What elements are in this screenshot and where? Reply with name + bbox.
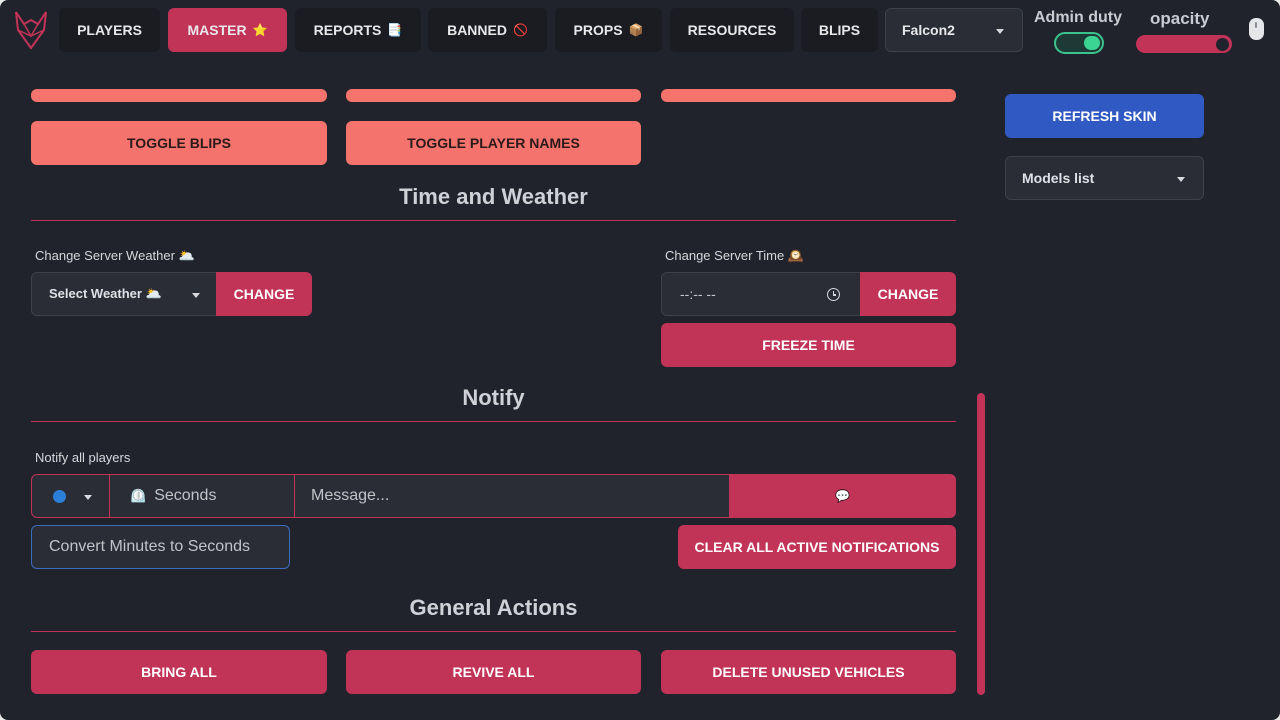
- notify-label: Notify all players: [35, 450, 131, 465]
- time-input-value: --:-- --: [680, 286, 716, 302]
- weather-select[interactable]: Select Weather 🌥️: [31, 272, 217, 316]
- opacity-slider[interactable]: [1136, 35, 1232, 53]
- time-label: Change Server Time 🕰️: [665, 248, 805, 263]
- tab-banned[interactable]: BANNED 🚫: [428, 8, 547, 52]
- slider-handle[interactable]: [1216, 38, 1229, 51]
- refresh-skin-button[interactable]: REFRESH SKIN: [1005, 94, 1204, 138]
- chevron-down-icon: [192, 293, 200, 298]
- tab-resources[interactable]: RESOURCES: [670, 8, 794, 52]
- general-actions-title: General Actions: [409, 595, 578, 620]
- tab-label: RESOURCES: [687, 22, 777, 38]
- message-field[interactable]: [294, 474, 730, 518]
- tab-label: REPORTS: [313, 22, 382, 38]
- time-input[interactable]: --:-- --: [661, 272, 861, 316]
- chevron-down-icon: [84, 495, 92, 500]
- toggle-player-names-button[interactable]: TOGGLE PLAYER NAMES: [346, 121, 641, 165]
- weather-select-value: Select Weather 🌥️: [49, 286, 162, 301]
- tab-props[interactable]: PROPS 📦: [555, 8, 662, 52]
- section-divider: [31, 220, 956, 221]
- timer-icon: ⏲️: [130, 488, 147, 503]
- action-button-partial[interactable]: [31, 89, 327, 102]
- weather-change-button[interactable]: CHANGE: [216, 272, 312, 316]
- time-change-button[interactable]: CHANGE: [860, 272, 956, 316]
- scrollbar[interactable]: [977, 393, 985, 695]
- models-list-select[interactable]: Models list: [1005, 156, 1204, 200]
- action-button-partial[interactable]: [346, 89, 641, 102]
- speech-bubble-icon: 💬: [835, 489, 850, 503]
- document-icon: 📑: [387, 23, 403, 37]
- freeze-time-button[interactable]: FREEZE TIME: [661, 323, 956, 367]
- package-icon: 📦: [628, 23, 644, 37]
- tab-reports[interactable]: REPORTS 📑: [295, 8, 421, 52]
- send-notify-button[interactable]: 💬: [729, 474, 956, 518]
- tab-master[interactable]: MASTER ⭐: [168, 8, 287, 52]
- tab-label: PLAYERS: [77, 22, 142, 38]
- delete-unused-vehicles-button[interactable]: DELETE UNUSED VEHICLES: [661, 650, 956, 694]
- models-list-value: Models list: [1022, 170, 1095, 186]
- chevron-down-icon: [1177, 177, 1185, 182]
- mouse-icon[interactable]: [1249, 18, 1264, 40]
- time-weather-title: Time and Weather: [399, 184, 588, 209]
- tab-players[interactable]: PLAYERS: [59, 8, 160, 52]
- tab-label: PROPS: [573, 22, 623, 38]
- bring-all-button[interactable]: BRING ALL: [31, 650, 327, 694]
- section-divider: [31, 631, 956, 632]
- toggle-knob: [1084, 36, 1100, 50]
- prohibited-icon: 🚫: [512, 23, 528, 37]
- message-input[interactable]: [295, 475, 729, 517]
- notify-type-select[interactable]: [31, 474, 110, 518]
- blue-circle-icon: [53, 489, 66, 503]
- admin-duty-toggle[interactable]: [1054, 32, 1104, 54]
- tab-blips[interactable]: BLIPS: [801, 8, 878, 52]
- tab-label: BLIPS: [818, 22, 861, 38]
- seconds-input[interactable]: [146, 475, 294, 517]
- seconds-field[interactable]: ⏲️: [109, 474, 295, 518]
- weather-label: Change Server Weather 🌥️: [35, 248, 195, 263]
- fox-logo-icon: [15, 11, 47, 50]
- opacity-label: opacity: [1150, 9, 1210, 28]
- section-divider: [31, 421, 956, 422]
- notify-title: Notify: [462, 385, 525, 410]
- player-select-value: Falcon2: [902, 22, 955, 38]
- toggle-blips-button[interactable]: TOGGLE BLIPS: [31, 121, 327, 165]
- chevron-down-icon: [996, 29, 1004, 34]
- clock-icon[interactable]: [827, 288, 840, 301]
- revive-all-button[interactable]: REVIVE ALL: [346, 650, 641, 694]
- admin-panel: PLAYERS MASTER ⭐ REPORTS 📑 BANNED 🚫 PROP…: [0, 0, 1280, 720]
- admin-duty-label: Admin duty: [1034, 9, 1122, 26]
- convert-minutes-input[interactable]: [31, 525, 290, 569]
- tab-label: BANNED: [447, 22, 507, 38]
- tab-label: MASTER: [187, 22, 247, 38]
- action-button-partial[interactable]: [661, 89, 956, 102]
- star-icon: ⭐: [252, 23, 268, 37]
- player-select[interactable]: Falcon2: [885, 8, 1023, 52]
- clear-notifications-button[interactable]: CLEAR ALL ACTIVE NOTIFICATIONS: [678, 525, 956, 569]
- top-bar: PLAYERS MASTER ⭐ REPORTS 📑 BANNED 🚫 PROP…: [0, 0, 1280, 62]
